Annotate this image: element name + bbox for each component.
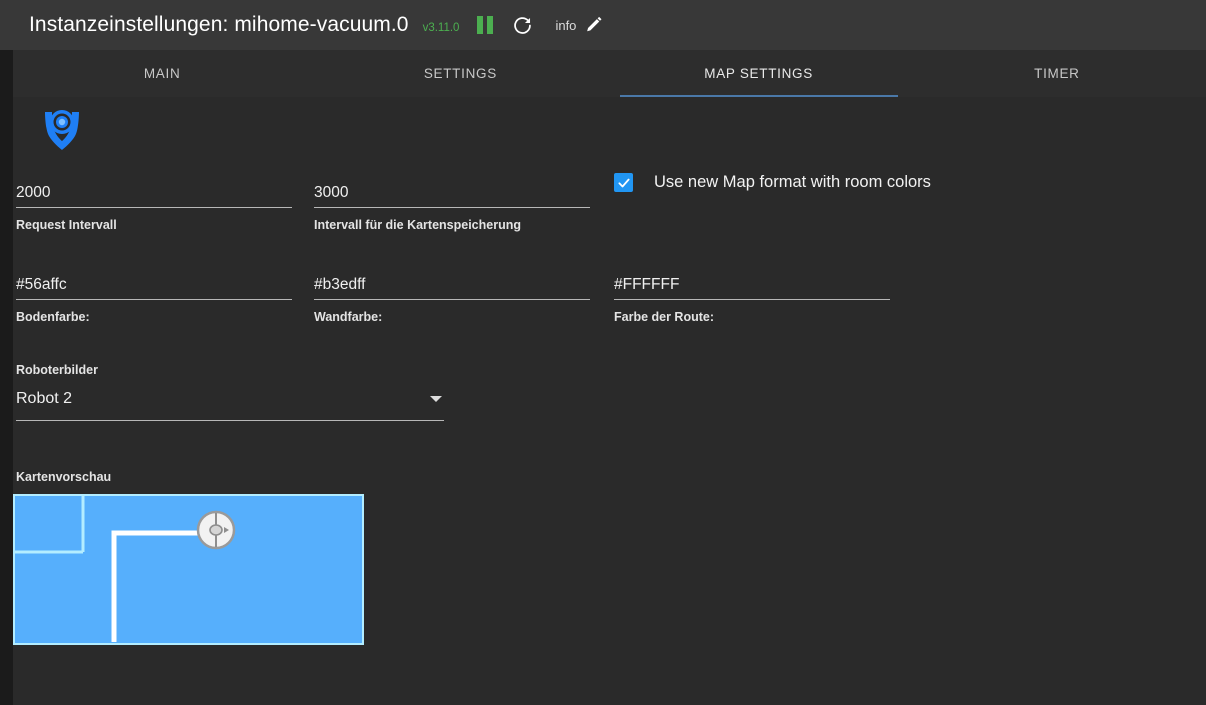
wall-color-field[interactable]: #b3edff Wandfarbe: xyxy=(314,275,590,324)
floor-color-label: Bodenfarbe: xyxy=(16,310,90,324)
route-color-label: Farbe der Route: xyxy=(614,310,715,324)
tab-settings-label: SETTINGS xyxy=(423,66,497,81)
floor-color-field[interactable]: #56affc Bodenfarbe: xyxy=(16,275,292,324)
floor-color-underline xyxy=(16,299,292,300)
use-new-map-format-label: Use new Map format with room colors xyxy=(654,173,931,191)
request-interval-value[interactable]: 2000 xyxy=(16,183,292,207)
tab-timer[interactable]: TIMER xyxy=(908,50,1206,97)
robot-image-select-value: Robot 2 xyxy=(16,390,73,407)
route-color-underline xyxy=(614,299,890,300)
tab-map-settings[interactable]: MAP SETTINGS xyxy=(610,50,908,97)
map-save-interval-field[interactable]: 3000 Intervall für die Kartenspeicherung xyxy=(314,183,590,232)
robot-image-select-label: Roboterbilder xyxy=(16,363,98,377)
tab-timer-label: TIMER xyxy=(1034,66,1080,81)
map-preview xyxy=(13,494,364,645)
robot-image-select-control[interactable]: Robot 2 xyxy=(16,390,444,408)
refresh-icon[interactable] xyxy=(512,15,533,36)
route-color-value[interactable]: #FFFFFF xyxy=(614,275,890,299)
wall-color-label: Wandfarbe: xyxy=(314,310,383,324)
vacuum-map-logo-icon xyxy=(36,104,88,156)
request-interval-field[interactable]: 2000 Request Intervall xyxy=(16,183,292,232)
robot-marker-icon xyxy=(196,510,236,550)
map-save-interval-label: Intervall für die Kartenspeicherung xyxy=(314,218,521,232)
checkbox-box[interactable] xyxy=(614,173,633,192)
request-interval-label: Request Intervall xyxy=(16,218,117,232)
tab-main[interactable]: MAIN xyxy=(13,50,311,97)
floor-color-value[interactable]: #56affc xyxy=(16,275,292,299)
pause-icon[interactable] xyxy=(477,16,494,34)
request-interval-underline xyxy=(16,207,292,208)
map-save-interval-underline xyxy=(314,207,590,208)
map-save-interval-value[interactable]: 3000 xyxy=(314,183,590,207)
map-settings-panel: 2000 Request Intervall 3000 Intervall fü… xyxy=(13,97,1206,705)
wall-color-value[interactable]: #b3edff xyxy=(314,275,590,299)
chevron-down-icon[interactable] xyxy=(430,396,442,402)
robot-image-select-underline xyxy=(16,420,444,421)
route-color-field[interactable]: #FFFFFF Farbe der Route: xyxy=(614,275,890,324)
tab-map-settings-label: MAP SETTINGS xyxy=(704,66,813,81)
window-header: Instanzeinstellungen: mihome-vacuum.0 v3… xyxy=(0,0,1206,50)
app-root: Instanzeinstellungen: mihome-vacuum.0 v3… xyxy=(0,0,1206,705)
map-preview-label: Kartenvorschau xyxy=(16,470,112,484)
info-label[interactable]: info xyxy=(555,18,576,33)
pencil-icon[interactable] xyxy=(584,16,603,35)
wall-color-underline xyxy=(314,299,590,300)
version-badge: v3.11.0 xyxy=(422,21,460,34)
tab-main-label: MAIN xyxy=(143,66,181,81)
page-title: Instanzeinstellungen: mihome-vacuum.0 xyxy=(29,13,409,36)
robot-image-select[interactable]: Roboterbilder Robot 2 xyxy=(16,363,444,421)
left-edge-strip xyxy=(0,50,13,705)
tab-bar: MAIN SETTINGS MAP SETTINGS TIMER xyxy=(13,50,1206,97)
tab-settings[interactable]: SETTINGS xyxy=(311,50,609,97)
use-new-map-format-checkbox[interactable]: Use new Map format with room colors xyxy=(614,173,931,192)
